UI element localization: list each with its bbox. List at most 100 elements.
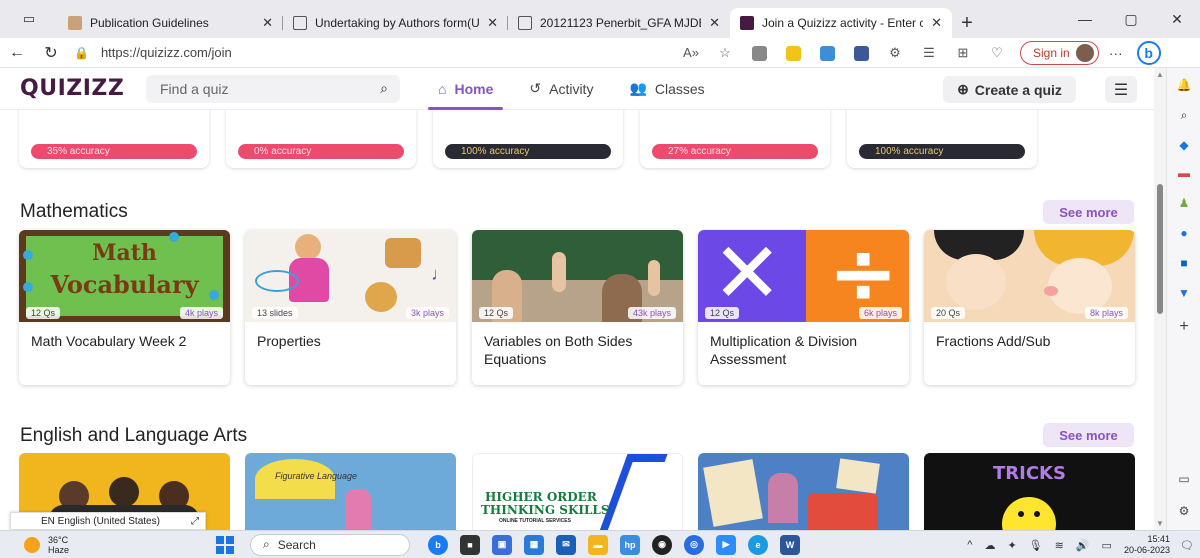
bing-app-icon[interactable]: b (428, 534, 448, 555)
minimize-icon[interactable]: — (1062, 0, 1108, 38)
extension-icon[interactable] (810, 44, 844, 61)
tray-app-icon[interactable]: ✦ (1007, 539, 1016, 552)
extension-icon[interactable] (844, 44, 878, 61)
sidebar-layout-icon[interactable]: ▭ (1176, 472, 1192, 486)
games-icon[interactable]: ♟ (1176, 196, 1192, 210)
wifi-icon[interactable]: ≋ (1055, 539, 1064, 552)
edge-app-icon[interactable]: e (748, 534, 768, 555)
scroll-up-icon[interactable]: ▲ (1156, 70, 1164, 79)
favorites-icon[interactable]: ☰ (912, 45, 946, 61)
close-tab-icon[interactable]: ✕ (262, 15, 273, 31)
sign-in-button[interactable]: Sign in (1020, 40, 1099, 65)
read-aloud-icon[interactable]: A» (674, 45, 708, 60)
new-tab-button[interactable]: + (952, 8, 982, 38)
mail-app-icon[interactable]: ✉ (556, 534, 576, 555)
browser-tab[interactable]: 20121123 Penerbit_GFA MJDE-N ✕ (508, 8, 730, 38)
app-icon[interactable]: hp (620, 534, 640, 555)
quizizz-logo[interactable]: QUIZIZZ (20, 76, 132, 101)
app-icon[interactable]: ◉ (652, 534, 672, 555)
address-bar: ← ↻ 🔒 https://quizizz.com/join A» ☆ ⚙ ☰ … (0, 38, 1200, 68)
chrome-app-icon[interactable]: ◎ (684, 534, 704, 555)
shopping-tag-icon[interactable]: ◆ (1176, 138, 1192, 152)
browser-tab-active[interactable]: Join a Quizizz activity - Enter cod ✕ (730, 8, 952, 38)
cloud-icon[interactable]: ☁ (984, 539, 995, 552)
quiz-card[interactable]: Figurative Language (245, 453, 456, 530)
back-arrow-icon[interactable]: ← (0, 44, 34, 62)
office-icon[interactable]: ● (1176, 226, 1192, 240)
more-icon[interactable]: ··· (1099, 45, 1133, 61)
close-tab-icon[interactable]: ✕ (709, 15, 720, 31)
see-more-button[interactable]: See more (1043, 423, 1134, 447)
quiz-card[interactable]: ✕ ÷ 12 Qs 6k plays Multiplication & Divi… (698, 230, 909, 385)
scrollbar-thumb[interactable] (1157, 184, 1163, 314)
zotero-extension-icon[interactable] (776, 44, 810, 61)
plays-badge: 3k plays (405, 307, 449, 319)
notification-icon[interactable]: 🗨 (1180, 539, 1194, 552)
taskbar-search[interactable]: ⌕ Search (250, 533, 410, 556)
performance-icon[interactable]: ♡ (980, 45, 1014, 61)
outlook-icon[interactable]: ■ (1176, 256, 1192, 270)
bing-chat-icon[interactable]: b (1136, 40, 1161, 65)
microphone-icon[interactable]: 🎙 (1029, 539, 1043, 552)
close-window-icon[interactable]: ✕ (1154, 0, 1200, 38)
recent-quiz-card[interactable]: 100% accuracy (847, 110, 1037, 168)
battery-icon[interactable]: ▭ (1102, 539, 1112, 552)
restore-icon[interactable]: ▢ (1108, 0, 1154, 38)
task-view-icon[interactable]: ■ (460, 534, 480, 555)
collections-icon[interactable]: ⊞ (946, 45, 980, 61)
search-icon[interactable]: ⌕ (380, 80, 388, 97)
page-scrollbar[interactable]: ▲ ▼ (1154, 68, 1166, 530)
nav-classes[interactable]: 👥 Classes (611, 68, 722, 110)
browser-tab[interactable]: Undertaking by Authors form(UN ✕ (283, 8, 508, 38)
accuracy-badge: 100% accuracy (859, 144, 1025, 159)
volume-icon[interactable]: 🔊 (1076, 539, 1090, 552)
thumbnail-text: HIGHER ORDER (485, 490, 597, 504)
favorite-star-icon[interactable]: ☆ (708, 45, 742, 61)
menu-icon[interactable]: ☰ (1105, 76, 1137, 103)
quiz-card[interactable]: 20 Qs 8k plays Fractions Add/Sub (924, 230, 1135, 385)
drop-icon[interactable]: ▼ (1176, 286, 1192, 300)
file-explorer-icon[interactable]: ▬ (588, 534, 608, 555)
clock[interactable]: 15:41 20-06-2023 (1124, 534, 1170, 556)
quiz-card[interactable]: HIGHER ORDER THINKING SKILLS ONLINE TUTO… (472, 453, 683, 530)
search-input[interactable]: Find a quiz ⌕ (146, 74, 400, 103)
quiz-card[interactable]: 12 Qs 43k plays Variables on Both Sides … (472, 230, 683, 385)
language-indicator[interactable]: EN English (United States) ⤢ (10, 512, 206, 530)
see-more-button[interactable]: See more (1043, 200, 1134, 224)
lock-icon[interactable]: 🔒 (74, 46, 89, 60)
quiz-card[interactable]: ♩ 13 slides 3k plays Properties (245, 230, 456, 385)
quiz-card[interactable]: Math Vocabulary 12 Qs 4k plays Math Voca… (19, 230, 230, 385)
browser-tab[interactable]: Publication Guidelines ✕ (58, 8, 283, 38)
create-quiz-button[interactable]: ⊕ Create a quiz (943, 76, 1076, 103)
weather-widget[interactable]: 36°C Haze (24, 535, 194, 555)
zoom-app-icon[interactable]: ▶ (716, 534, 736, 555)
notification-bell-icon[interactable]: 🔔 (1176, 78, 1192, 92)
word-app-icon[interactable]: W (780, 534, 800, 555)
expand-icon[interactable]: ⤢ (191, 516, 199, 527)
settings-gear-icon[interactable]: ⚙ (1176, 504, 1192, 518)
add-icon[interactable]: + (1176, 318, 1192, 335)
chat-app-icon[interactable]: ▣ (492, 534, 512, 555)
windows-start-icon[interactable] (216, 535, 234, 554)
close-tab-icon[interactable]: ✕ (931, 15, 942, 31)
nav-activity[interactable]: ↺ Activity (511, 68, 611, 110)
recent-quiz-card[interactable]: 0% accuracy (226, 110, 416, 168)
extension-icon[interactable] (742, 44, 776, 61)
recent-quiz-card[interactable]: 35% accuracy (19, 110, 209, 168)
nav-home[interactable]: ⌂ Home (420, 68, 511, 110)
recent-quiz-card[interactable]: 100% accuracy (433, 110, 623, 168)
workspaces-icon[interactable]: ▭ (23, 11, 35, 27)
recent-quiz-card[interactable]: 27% accuracy (640, 110, 830, 168)
toolbox-icon[interactable]: ▬ (1176, 166, 1192, 180)
chevron-up-icon[interactable]: ^ (967, 539, 972, 551)
refresh-icon[interactable]: ↻ (34, 43, 68, 63)
quiz-card[interactable]: TRICKS (924, 453, 1135, 530)
search-icon[interactable]: ⌕ (1176, 108, 1192, 122)
extensions-puzzle-icon[interactable]: ⚙ (878, 45, 912, 61)
store-app-icon[interactable]: ▦ (524, 534, 544, 555)
plays-badge: 6k plays (858, 307, 902, 319)
quiz-card[interactable] (698, 453, 909, 530)
close-tab-icon[interactable]: ✕ (487, 15, 498, 31)
scroll-down-icon[interactable]: ▼ (1156, 519, 1164, 528)
url-field[interactable]: 🔒 https://quizizz.com/join (74, 45, 604, 60)
